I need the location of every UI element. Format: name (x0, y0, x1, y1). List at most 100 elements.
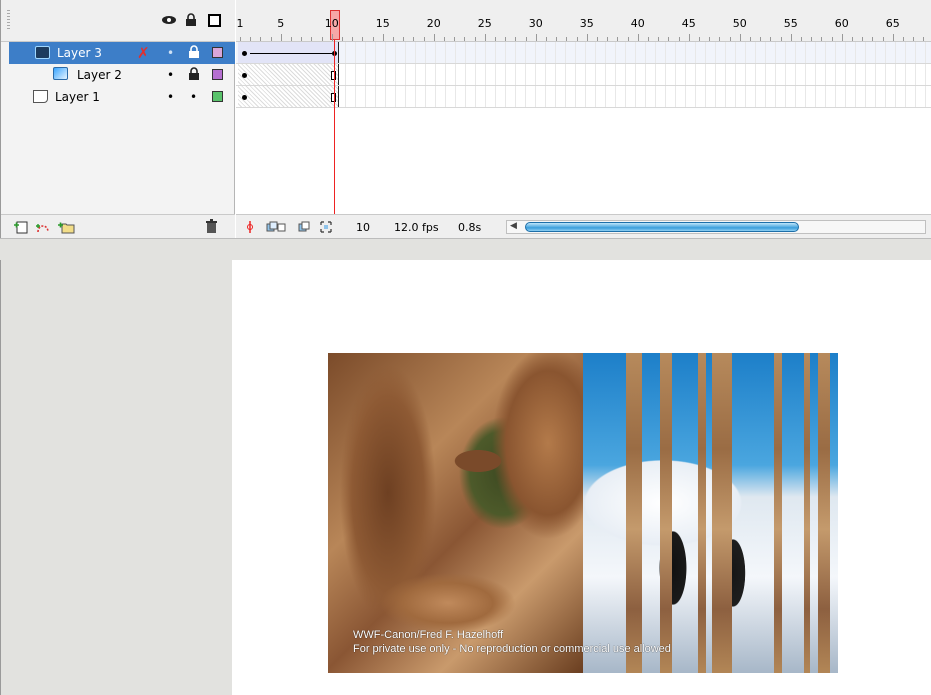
static-frame-span[interactable] (238, 64, 339, 85)
stage-canvas[interactable]: WWF-Canon/Fred F. Hazelhoff For private … (232, 260, 931, 695)
ruler-tick (280, 34, 282, 41)
frame-row-layer-2[interactable] (236, 64, 931, 86)
ruler-tick (831, 37, 833, 41)
transition-strip (698, 353, 706, 673)
layer-color-swatch[interactable] (212, 91, 223, 102)
eye-icon[interactable] (161, 12, 177, 28)
lock-icon[interactable] (184, 12, 198, 28)
motion-tween-span[interactable] (238, 42, 339, 63)
ruler-tick (903, 37, 904, 41)
layer-row-3[interactable]: Layer 3 ✗ • (9, 42, 235, 64)
ruler-tick (403, 37, 405, 41)
ruler-tick (240, 37, 241, 41)
ruler-tick (872, 37, 874, 41)
ruler-tick (454, 37, 456, 41)
edit-multiple-frames-icon[interactable] (298, 221, 310, 233)
layer-name[interactable]: Layer 3 (57, 46, 102, 60)
ruler-label: 15 (375, 17, 390, 30)
ruler-tick (464, 37, 466, 41)
panel-grip[interactable] (7, 10, 10, 30)
ruler-label: 40 (630, 17, 645, 30)
ruler-tick (301, 37, 303, 41)
ruler-tick (699, 37, 700, 41)
stage-work-area: WWF-Canon/Fred F. Hazelhoff For private … (0, 260, 931, 695)
transition-strip (804, 353, 810, 673)
current-frame-readout: 10 (356, 221, 370, 234)
ruler-label: 10 (324, 17, 339, 30)
scrollbar-thumb[interactable] (525, 222, 799, 232)
layer-color-swatch[interactable] (212, 69, 223, 80)
layer-name[interactable]: Layer 2 (77, 68, 122, 82)
ruler-tick (678, 37, 680, 41)
center-frame-icon[interactable] (244, 221, 256, 233)
ruler-tick (535, 34, 537, 41)
frame-ruler[interactable]: 1 5 10 15 20 25 30 35 40 45 50 55 60 65 (236, 0, 931, 42)
ruler-tick (474, 37, 476, 41)
onion-skin-icon[interactable] (266, 221, 286, 233)
ruler-tick (923, 37, 925, 41)
add-motion-guide-icon[interactable] (35, 220, 51, 237)
ruler-tick (709, 37, 711, 41)
movie-clip-image[interactable]: WWF-Canon/Fred F. Hazelhoff For private … (328, 353, 838, 673)
lock-dot[interactable]: • (190, 91, 197, 103)
ruler-label: 35 (579, 17, 594, 30)
ruler-tick (362, 37, 364, 41)
ruler-tick (576, 37, 578, 41)
ruler-tick (342, 37, 343, 41)
playhead-line (334, 40, 335, 214)
insert-layer-icon[interactable] (13, 220, 29, 237)
visibility-dot[interactable]: • (167, 47, 174, 59)
scroll-left-arrow-icon[interactable]: ◀ (510, 221, 517, 231)
ruler-tick (270, 37, 272, 41)
frames-pane: 15101520253035404550556065 (236, 0, 931, 238)
ruler-tick (372, 37, 374, 41)
keyframe-start[interactable] (242, 95, 247, 100)
ruler-tick (484, 34, 486, 41)
ruler-tick (607, 37, 609, 41)
ruler-tick (566, 37, 568, 41)
ruler-tick (892, 34, 894, 41)
mask-layer-icon (53, 67, 68, 80)
ruler-tick (250, 37, 252, 41)
modify-onion-markers-icon[interactable] (320, 221, 332, 233)
bird-photo (328, 353, 583, 673)
ruler-tick (525, 37, 527, 41)
ruler-tick (586, 34, 588, 41)
outline-icon[interactable] (207, 12, 221, 28)
ruler-tick (841, 34, 843, 41)
lock-toggle-icon[interactable] (188, 67, 200, 84)
frame-row-layer-3[interactable] (236, 42, 931, 64)
visibility-dot[interactable]: • (167, 69, 174, 81)
frame-row-layer-1[interactable] (236, 86, 931, 108)
ruler-label: 65 (885, 17, 900, 30)
layer-color-swatch[interactable] (212, 47, 223, 58)
lock-toggle-icon[interactable] (188, 45, 200, 62)
timeline-horizontal-scrollbar[interactable]: ◀ (506, 220, 926, 234)
ruler-tick (556, 37, 558, 41)
layer-row-1[interactable]: Layer 1 • • (9, 86, 235, 108)
keyframe-start[interactable] (242, 51, 247, 56)
ruler-tick (495, 37, 496, 41)
ruler-tick (546, 37, 547, 41)
ruler-tick (729, 37, 731, 41)
ruler-tick (648, 37, 649, 41)
ruler-tick (352, 37, 354, 41)
timeline-status-bar: 10 12.0 fps 0.8s ◀ (236, 214, 931, 238)
pencil-crossed-icon[interactable]: ✗ (137, 44, 150, 62)
ruler-tick (393, 37, 394, 41)
ruler-tick (668, 37, 670, 41)
frame-rate-readout[interactable]: 12.0 fps (394, 221, 439, 234)
ruler-tick (811, 37, 813, 41)
insert-layer-folder-icon[interactable] (57, 220, 75, 237)
transition-strip (626, 353, 642, 673)
timeline-panel: Layer 3 ✗ • Layer 2 • Layer 1 • • 1 5 10… (0, 0, 931, 238)
keyframe-start[interactable] (242, 73, 247, 78)
layer-row-2[interactable]: Layer 2 • (9, 64, 235, 86)
visibility-dot[interactable]: • (167, 91, 174, 103)
ruler-label: 55 (783, 17, 798, 30)
tween-arrow (250, 53, 332, 54)
ruler-tick (780, 37, 782, 41)
delete-layer-icon[interactable] (205, 219, 218, 237)
layer-name[interactable]: Layer 1 (55, 90, 100, 104)
static-frame-span[interactable] (238, 86, 339, 107)
